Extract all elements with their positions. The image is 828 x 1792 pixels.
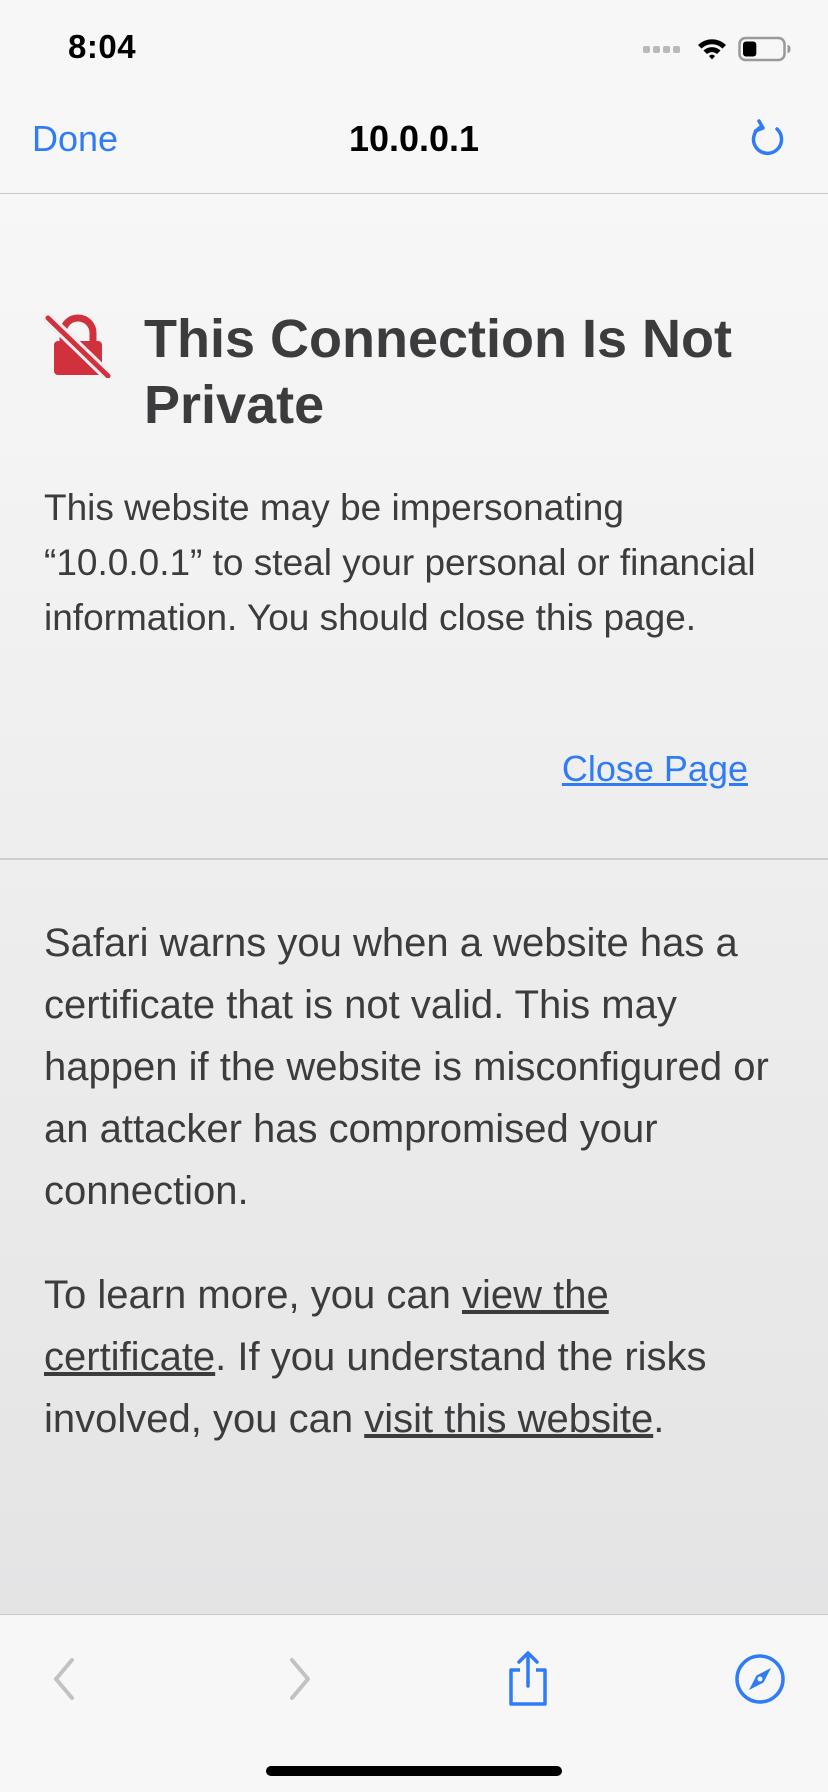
status-icons	[643, 36, 792, 62]
chevron-right-icon	[290, 1658, 310, 1700]
battery-icon	[738, 36, 791, 62]
reload-icon[interactable]	[746, 118, 790, 162]
share-button[interactable]	[498, 1649, 558, 1709]
error-page: This Connection Is Not Private This webs…	[0, 194, 828, 1614]
warning-message: This website may be impersonating “10.0.…	[44, 487, 756, 638]
warning-title: This Connection Is Not Private	[144, 309, 732, 435]
learn-more-suffix: .	[653, 1397, 665, 1441]
cellular-signal-icon	[643, 45, 680, 53]
forward-button[interactable]	[270, 1649, 330, 1709]
compass-icon	[735, 1654, 785, 1704]
home-indicator[interactable]	[266, 1766, 562, 1776]
close-page-link[interactable]: Close Page	[562, 748, 748, 790]
nav-bar: Done 10.0.0.1	[0, 96, 828, 194]
wifi-icon	[698, 39, 726, 60]
warning-section: This Connection Is Not Private This webs…	[0, 194, 828, 860]
bookmarks-button[interactable]	[730, 1649, 790, 1709]
status-time: 8:04	[68, 28, 137, 65]
page-url-title: 10.0.0.1	[348, 118, 480, 159]
back-button[interactable]	[34, 1649, 94, 1709]
visit-website-link[interactable]: visit this website	[364, 1397, 653, 1441]
certificate-explanation: Safari warns you when a website has a ce…	[44, 921, 769, 1213]
chevron-left-icon	[54, 1658, 74, 1700]
learn-more-paragraph: To learn more, you can view the certific…	[44, 1264, 784, 1450]
status-bar: 8:04	[0, 0, 828, 96]
learn-more-prefix: To learn more, you can	[44, 1273, 462, 1317]
share-icon	[509, 1651, 547, 1706]
lock-slash-icon	[44, 314, 112, 378]
